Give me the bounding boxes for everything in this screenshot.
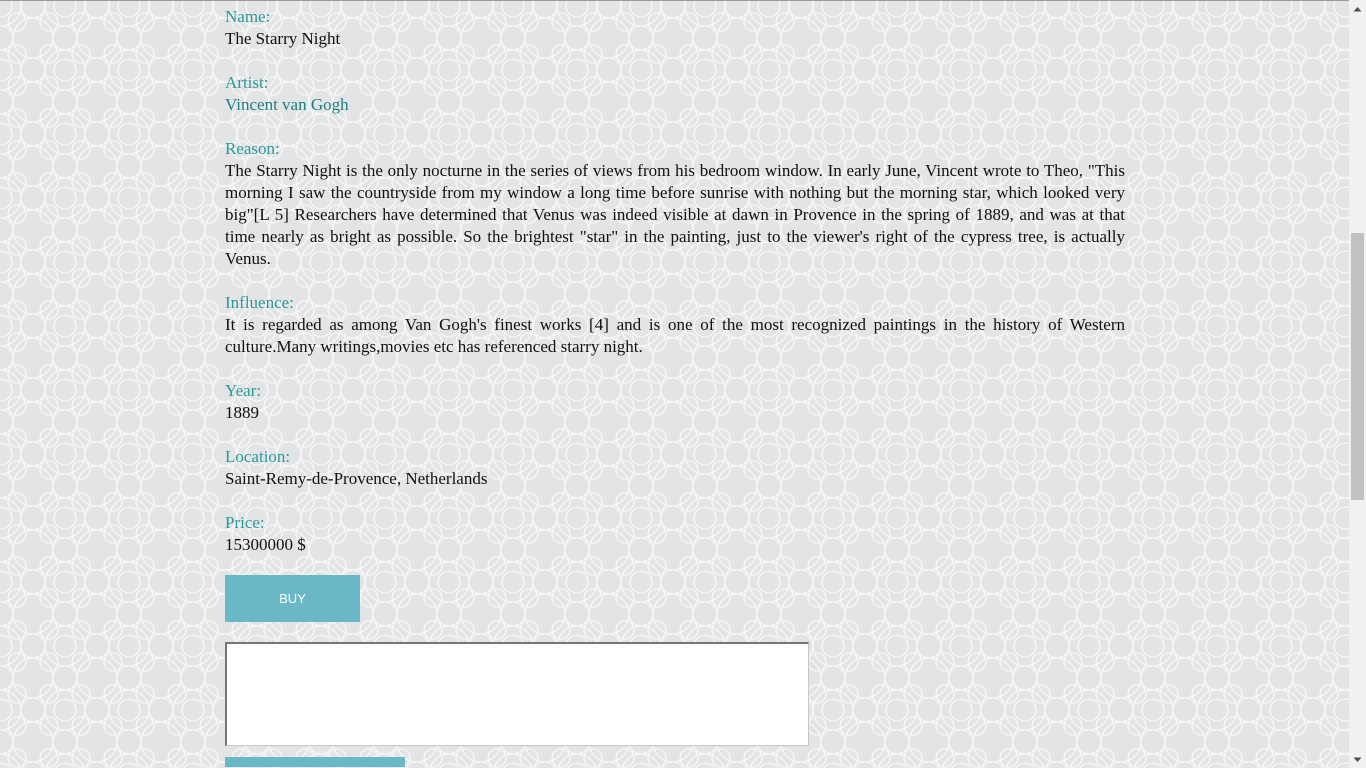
name-field: Name: The Starry Night [225, 6, 1125, 50]
year-label: Year: [225, 381, 262, 400]
triangle-up-icon [1353, 6, 1362, 11]
location-label: Location: [225, 447, 291, 466]
triangle-down-icon [1353, 757, 1362, 762]
influence-field: Influence: It is regarded as among Van G… [225, 292, 1125, 358]
scrollbar-thumb[interactable] [1351, 233, 1364, 500]
reason-value: The Starry Night is the only nocturne in… [225, 161, 1125, 268]
location-value: Saint-Remy-de-Provence, Netherlands [225, 469, 488, 488]
year-value: 1889 [225, 403, 259, 422]
scroll-down-button[interactable] [1349, 751, 1366, 768]
artist-field: Artist: Vincent van Gogh [225, 72, 1125, 116]
influence-label: Influence: [225, 293, 294, 312]
vertical-scrollbar[interactable] [1349, 0, 1366, 768]
scroll-up-button[interactable] [1349, 0, 1366, 17]
price-value: 15300000 $ [225, 535, 306, 554]
reason-label: Reason: [225, 139, 280, 158]
name-value: The Starry Night [225, 29, 341, 48]
top-border [0, 0, 1349, 1]
buy-button[interactable]: BUY [225, 575, 360, 622]
name-label: Name: [225, 7, 271, 26]
reason-field: Reason: The Starry Night is the only noc… [225, 138, 1125, 270]
comment-textarea[interactable] [225, 642, 809, 746]
artwork-details: Name: The Starry Night Artist: Vincent v… [225, 6, 1125, 767]
submit-button[interactable] [225, 757, 405, 767]
price-field: Price: 15300000 $ [225, 512, 1125, 556]
artist-label: Artist: [225, 73, 269, 92]
year-field: Year: 1889 [225, 380, 1125, 424]
influence-value: It is regarded as among Van Gogh's fines… [225, 315, 1125, 356]
price-label: Price: [225, 513, 265, 532]
artist-value: Vincent van Gogh [225, 95, 349, 114]
location-field: Location: Saint-Remy-de-Provence, Nether… [225, 446, 1125, 490]
